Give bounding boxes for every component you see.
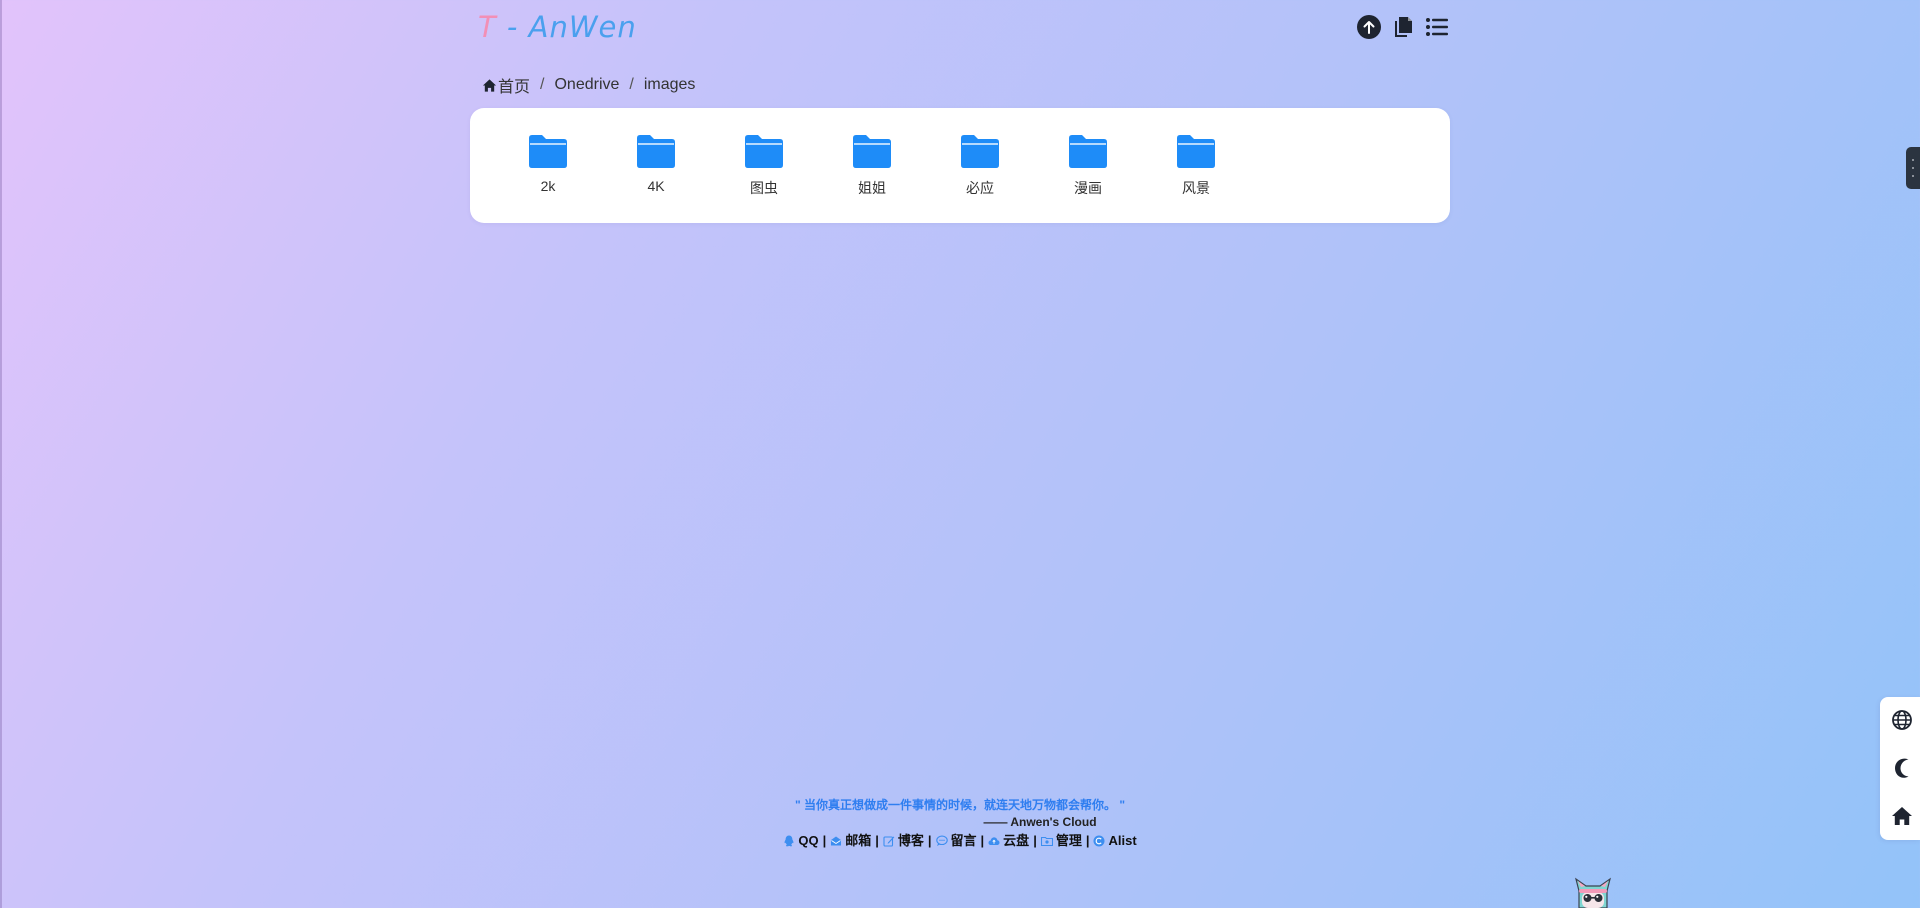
breadcrumb: 首页 / Onedrive / images [482,73,695,97]
breadcrumb-onedrive[interactable]: Onedrive [554,76,619,94]
footer-separator: | [927,833,932,848]
folder-icon [745,135,783,168]
edit-icon [883,836,895,847]
mascot-character[interactable] [1573,877,1613,908]
header-actions [1356,14,1450,40]
cloud-icon [988,837,1000,845]
list-icon[interactable] [1424,14,1450,40]
footer-quote: " 当你真正想做成一件事情的时候，就连天地万物都会帮你。 " [794,798,1126,812]
footer-link-alist[interactable]: Alist [1093,831,1137,851]
breadcrumb-separator: / [540,76,545,93]
folder-item-2k[interactable]: 2k [494,134,602,198]
site-logo[interactable]: T - AnWen [478,10,637,44]
home-icon[interactable] [1891,805,1913,827]
folder-icon [637,135,675,168]
qq-icon [784,835,794,847]
header: T - AnWen [470,8,1450,48]
folder-grid: 2k 4K 图虫 姐姐 必应 漫画 风景 [494,134,1250,198]
folder-name: 2k [540,178,556,194]
chat-icon [935,835,948,846]
footer-link-label: Alist [1108,833,1137,848]
breadcrumb-home[interactable]: 首页 [498,73,530,97]
folder-icon [1069,135,1107,168]
globe-icon[interactable] [1891,709,1913,731]
sidebar-toggle-handle[interactable] [1906,147,1920,189]
upload-icon[interactable] [1356,14,1382,40]
footer-link-label: 云盘 [1003,833,1030,848]
folder-name: 图虫 [750,180,778,196]
folder-item-bing[interactable]: 必应 [926,134,1034,198]
folder-name: 4K [647,178,665,194]
folder-name: 漫画 [1074,180,1102,196]
folder-icon [961,135,999,168]
copy-icon[interactable] [1390,14,1416,40]
footer-link-label: 邮箱 [845,833,872,848]
footer-link-label: 留言 [950,833,977,848]
footer-link-label: QQ [798,833,819,848]
folder-name: 姐姐 [858,180,886,196]
window-left-edge [0,0,2,908]
footer-link-admin[interactable]: 管理 [1040,831,1082,851]
footer-separator: | [822,833,827,848]
folder-item-4k[interactable]: 4K [602,134,710,198]
folder-item-jiejie[interactable]: 姐姐 [818,134,926,198]
footer-signature: —— Anwen's Cloud [983,815,1097,829]
footer: " 当你真正想做成一件事情的时候，就连天地万物都会帮你。 " —— Anwen'… [0,797,1920,852]
footer-separator: | [875,833,879,848]
footer-link-qq[interactable]: QQ [783,831,819,851]
footer-link-blog[interactable]: 博客 [883,831,924,851]
folder-icon [1040,836,1053,847]
folder-icon [853,135,891,168]
folder-name: 必应 [966,180,994,196]
folder-item-fengjing[interactable]: 风景 [1142,134,1250,198]
footer-links: QQ | 邮箱 | 博客 | 留言 | 云盘 | 管理 | Alist [783,831,1137,851]
folder-item-tuchong[interactable]: 图虫 [710,134,818,198]
floating-toolbar [1880,697,1920,840]
home-icon [482,78,497,92]
breadcrumb-current[interactable]: images [644,76,696,94]
folder-icon [1177,135,1215,168]
folder-item-manhua[interactable]: 漫画 [1034,134,1142,198]
file-list-card: 2k 4K 图虫 姐姐 必应 漫画 风景 [470,108,1450,223]
footer-separator: | [1085,833,1090,848]
footer-link-label: 博客 [897,833,924,848]
footer-link-message[interactable]: 留言 [935,831,977,851]
footer-separator: | [980,833,985,848]
footer-link-label: 管理 [1055,833,1082,848]
footer-link-cloud[interactable]: 云盘 [988,831,1029,851]
logo-first-letter: T [478,10,497,44]
logo-rest: - AnWen [496,10,637,44]
folder-name: 风景 [1182,180,1210,196]
moon-icon[interactable] [1891,757,1913,779]
mail-icon [831,836,842,846]
alist-icon [1093,835,1105,847]
folder-icon [529,135,567,168]
breadcrumb-separator: / [629,76,634,93]
footer-separator: | [1033,833,1037,848]
footer-link-mail[interactable]: 邮箱 [830,831,871,851]
